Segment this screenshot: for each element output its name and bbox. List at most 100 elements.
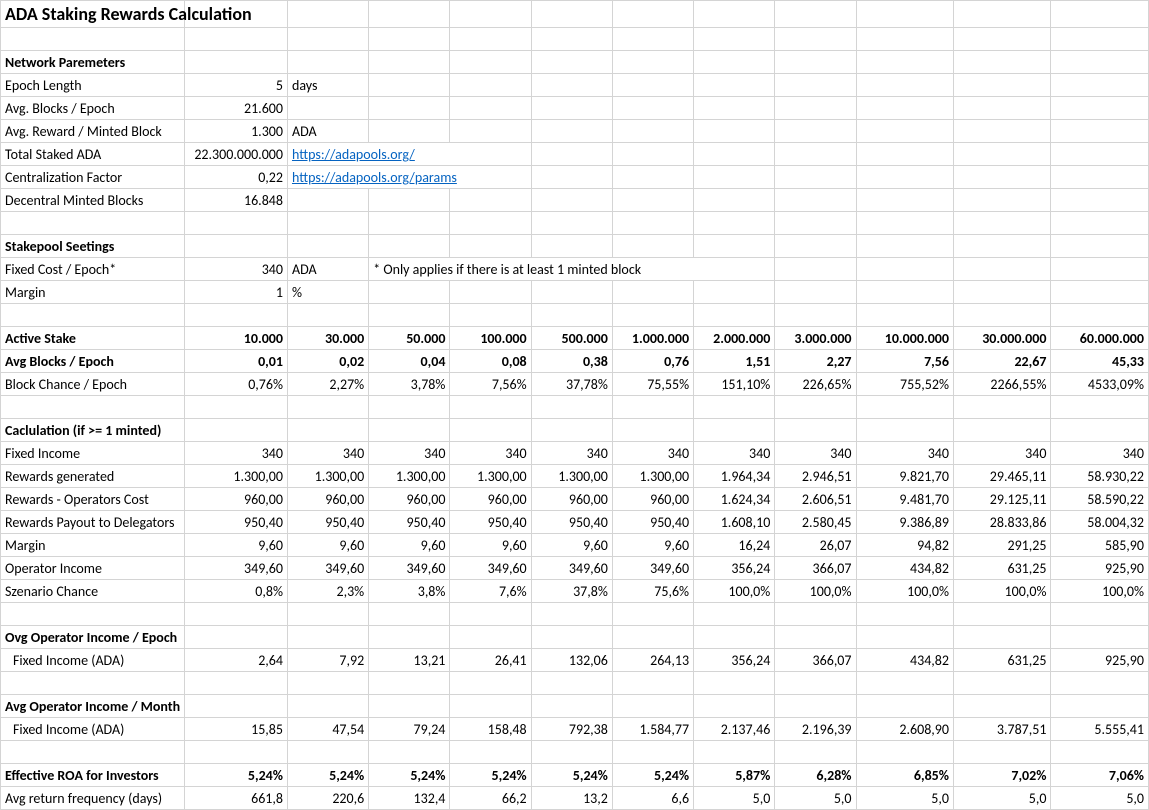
cell[interactable]: 7,02% xyxy=(953,764,1050,787)
cell[interactable]: 220,6 xyxy=(287,787,368,810)
cell[interactable]: 158,48 xyxy=(450,718,531,741)
cell[interactable]: 0,08 xyxy=(450,350,531,373)
cell[interactable]: 1.584,77 xyxy=(612,718,693,741)
cell[interactable]: 340 xyxy=(369,442,450,465)
cell[interactable]: 0,02 xyxy=(287,350,368,373)
val-dmb[interactable]: 16.848 xyxy=(185,189,288,212)
cell[interactable]: 0,01 xyxy=(185,350,288,373)
cell[interactable]: 356,24 xyxy=(694,557,775,580)
cell[interactable]: 925,90 xyxy=(1051,557,1149,580)
cell[interactable]: 792,38 xyxy=(531,718,612,741)
cell[interactable]: 950,40 xyxy=(612,511,693,534)
col-header[interactable]: 100.000 xyxy=(450,327,531,350)
cell[interactable]: 5,0 xyxy=(775,787,856,810)
cell[interactable]: 1.300,00 xyxy=(531,465,612,488)
cell[interactable]: 9.821,70 xyxy=(856,465,953,488)
col-header[interactable]: 2.000.000 xyxy=(694,327,775,350)
cell[interactable]: 100,0% xyxy=(953,580,1050,603)
cell[interactable]: 26,41 xyxy=(450,649,531,672)
cell[interactable]: 349,60 xyxy=(531,557,612,580)
cell[interactable]: 340 xyxy=(612,442,693,465)
cell[interactable]: 366,07 xyxy=(775,557,856,580)
cell[interactable]: 2.196,39 xyxy=(775,718,856,741)
cell[interactable]: 6,28% xyxy=(775,764,856,787)
cell[interactable]: 9,60 xyxy=(287,534,368,557)
cell[interactable]: 1.608,10 xyxy=(694,511,775,534)
cell[interactable]: 349,60 xyxy=(369,557,450,580)
cell[interactable]: 5,0 xyxy=(1051,787,1149,810)
cell[interactable]: 950,40 xyxy=(287,511,368,534)
cell[interactable]: 2.580,45 xyxy=(775,511,856,534)
cell[interactable]: 340 xyxy=(450,442,531,465)
cell[interactable]: 7,06% xyxy=(1051,764,1149,787)
val-fixed[interactable]: 340 xyxy=(185,258,288,281)
cell[interactable]: 100,0% xyxy=(694,580,775,603)
cell[interactable]: 9,60 xyxy=(612,534,693,557)
cell[interactable]: 7,56% xyxy=(450,373,531,396)
cell[interactable]: 5.555,41 xyxy=(1051,718,1149,741)
cell[interactable]: 5,0 xyxy=(856,787,953,810)
cell[interactable]: 340 xyxy=(185,442,288,465)
cell[interactable]: 100,0% xyxy=(1051,580,1149,603)
cell[interactable]: 37,78% xyxy=(531,373,612,396)
cell[interactable]: 2,27% xyxy=(287,373,368,396)
cell[interactable]: 960,00 xyxy=(450,488,531,511)
cell[interactable]: 9,60 xyxy=(185,534,288,557)
cell[interactable]: 349,60 xyxy=(450,557,531,580)
cell[interactable]: 100,0% xyxy=(775,580,856,603)
cell[interactable]: 132,06 xyxy=(531,649,612,672)
cell[interactable]: 960,00 xyxy=(612,488,693,511)
cell[interactable]: 960,00 xyxy=(185,488,288,511)
cell[interactable]: 226,65% xyxy=(775,373,856,396)
cell[interactable]: 47,54 xyxy=(287,718,368,741)
cell[interactable]: 1.300,00 xyxy=(185,465,288,488)
cell[interactable]: 340 xyxy=(775,442,856,465)
cell[interactable]: 4533,09% xyxy=(1051,373,1149,396)
cell[interactable]: 6,6 xyxy=(612,787,693,810)
col-header[interactable]: 500.000 xyxy=(531,327,612,350)
spreadsheet-grid[interactable]: ADA Staking Rewards Calculation Network … xyxy=(0,0,1149,810)
cell[interactable]: 9,60 xyxy=(531,534,612,557)
cell[interactable]: 925,90 xyxy=(1051,649,1149,672)
cell[interactable]: 950,40 xyxy=(450,511,531,534)
cell[interactable]: 16,24 xyxy=(694,534,775,557)
cell[interactable]: 2.606,51 xyxy=(775,488,856,511)
cell[interactable]: 661,8 xyxy=(185,787,288,810)
cell[interactable]: 2.608,90 xyxy=(856,718,953,741)
val-margin[interactable]: 1 xyxy=(185,281,288,304)
cell[interactable]: 5,0 xyxy=(953,787,1050,810)
col-header[interactable]: 1.000.000 xyxy=(612,327,693,350)
cell[interactable]: 79,24 xyxy=(369,718,450,741)
cell[interactable]: 1.964,34 xyxy=(694,465,775,488)
cell[interactable]: 0,38 xyxy=(531,350,612,373)
cell[interactable]: 0,76 xyxy=(612,350,693,373)
cell[interactable]: 29.465,11 xyxy=(953,465,1050,488)
cell[interactable]: 434,82 xyxy=(856,649,953,672)
cell[interactable]: 66,2 xyxy=(450,787,531,810)
cell[interactable]: 9.481,70 xyxy=(856,488,953,511)
cell[interactable]: 5,24% xyxy=(369,764,450,787)
cell[interactable]: 7,56 xyxy=(856,350,953,373)
cell[interactable]: 0,8% xyxy=(185,580,288,603)
val-reward[interactable]: 1.300 xyxy=(185,120,288,143)
val-epoch[interactable]: 5 xyxy=(185,74,288,97)
cell[interactable]: 349,60 xyxy=(287,557,368,580)
cell[interactable]: 0,76% xyxy=(185,373,288,396)
cell[interactable]: 1.300,00 xyxy=(369,465,450,488)
cell[interactable]: 58.930,22 xyxy=(1051,465,1149,488)
cell[interactable]: 75,55% xyxy=(612,373,693,396)
col-header[interactable]: 60.000.000 xyxy=(1051,327,1149,350)
cell[interactable]: 22,67 xyxy=(953,350,1050,373)
cell[interactable]: 5,24% xyxy=(450,764,531,787)
cell[interactable]: 5,24% xyxy=(531,764,612,787)
cell[interactable]: 15,85 xyxy=(185,718,288,741)
link-adapools[interactable]: https://adapools.org/ xyxy=(292,146,415,163)
cell[interactable]: 434,82 xyxy=(856,557,953,580)
col-header[interactable]: 10.000.000 xyxy=(856,327,953,350)
cell[interactable]: 291,25 xyxy=(953,534,1050,557)
cell[interactable]: 3.787,51 xyxy=(953,718,1050,741)
cell[interactable]: 94,82 xyxy=(856,534,953,557)
col-header[interactable]: 3.000.000 xyxy=(775,327,856,350)
col-header[interactable]: 30.000 xyxy=(287,327,368,350)
cell[interactable]: 755,52% xyxy=(856,373,953,396)
